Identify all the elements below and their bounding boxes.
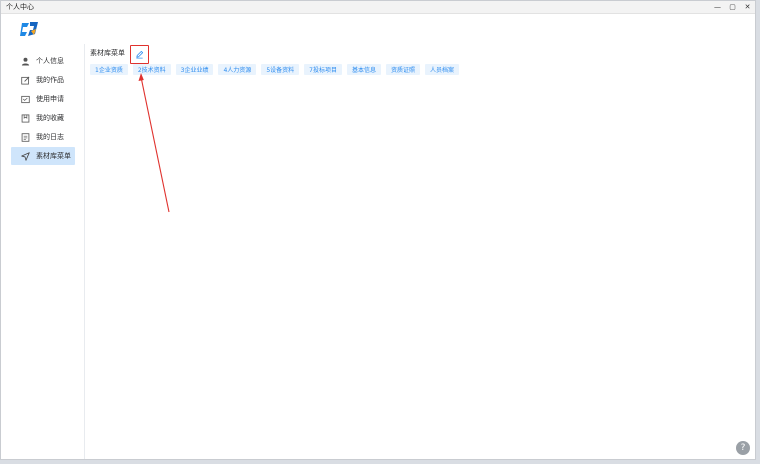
maximize-button[interactable]: ▢ bbox=[725, 1, 740, 13]
sidebar-item-label: 素材库菜单 bbox=[36, 152, 71, 160]
edit-menu-button[interactable] bbox=[130, 45, 149, 64]
sidebar-item-material-library-menu[interactable]: 素材库菜单 bbox=[11, 147, 75, 165]
window-title: 个人中心 bbox=[6, 3, 34, 11]
sidebar-item-label: 我的作品 bbox=[36, 76, 64, 84]
app-header bbox=[1, 14, 755, 45]
window-controls: — ▢ ✕ bbox=[710, 1, 755, 13]
tag-enterprise-qualification[interactable]: 1企业资质 bbox=[90, 64, 128, 75]
sidebar-menu: 个人信息 我的作品 使用申请 我的收藏 我的日志 素材库菜单 bbox=[1, 52, 84, 165]
user-icon bbox=[21, 57, 30, 66]
sidebar-item-label: 我的收藏 bbox=[36, 114, 64, 122]
sidebar-item-my-log[interactable]: 我的日志 bbox=[11, 128, 75, 146]
sidebar-item-label: 个人信息 bbox=[36, 57, 64, 65]
app-logo-icon bbox=[20, 22, 38, 36]
main-content: 素材库菜单 1企业资质 2技术资料 3企业业绩 4人力资源 5设备资料 7投标项… bbox=[85, 44, 755, 459]
tag-equipment-materials[interactable]: 5设备资料 bbox=[261, 64, 300, 75]
pencil-icon bbox=[136, 50, 144, 59]
material-tag-list: 1企业资质 2技术资料 3企业业绩 4人力资源 5设备资料 7投标项目 基本信息… bbox=[90, 64, 460, 75]
sidebar-item-label: 我的日志 bbox=[36, 133, 64, 141]
sidebar-item-my-works[interactable]: 我的作品 bbox=[11, 71, 75, 89]
sidebar-item-label: 使用申请 bbox=[36, 95, 64, 103]
tag-bidding-projects[interactable]: 7投标项目 bbox=[304, 64, 342, 75]
sidebar: 个人信息 我的作品 使用申请 我的收藏 我的日志 素材库菜单 bbox=[1, 44, 85, 459]
minimize-button[interactable]: — bbox=[710, 1, 725, 13]
tag-basic-info[interactable]: 基本信息 bbox=[346, 64, 381, 75]
tag-technical-materials[interactable]: 2技术资料 bbox=[132, 64, 171, 75]
help-button[interactable]: ? bbox=[736, 441, 750, 455]
sidebar-item-my-favorites[interactable]: 我的收藏 bbox=[11, 109, 75, 127]
close-button[interactable]: ✕ bbox=[740, 1, 755, 13]
app-window: 个人中心 — ▢ ✕ 个人信息 我的作品 使用申请 我的收藏 我的日志 素材库菜… bbox=[0, 0, 756, 460]
sidebar-item-personal-info[interactable]: 个人信息 bbox=[11, 52, 75, 70]
bookmark-icon bbox=[21, 113, 30, 123]
sidebar-item-usage-request[interactable]: 使用申请 bbox=[11, 90, 75, 108]
section-title: 素材库菜单 bbox=[90, 49, 125, 57]
tag-human-resources[interactable]: 4人力资源 bbox=[218, 64, 257, 75]
form-icon bbox=[21, 95, 30, 104]
tag-qualification-certificates[interactable]: 资质证照 bbox=[385, 64, 420, 75]
send-icon bbox=[21, 151, 30, 161]
edit-icon bbox=[21, 76, 30, 85]
tag-enterprise-performance[interactable]: 3企业业绩 bbox=[175, 64, 214, 75]
tag-personnel-files[interactable]: 人员档案 bbox=[425, 64, 460, 75]
document-icon bbox=[21, 132, 30, 142]
title-bar: 个人中心 — ▢ ✕ bbox=[1, 1, 755, 14]
